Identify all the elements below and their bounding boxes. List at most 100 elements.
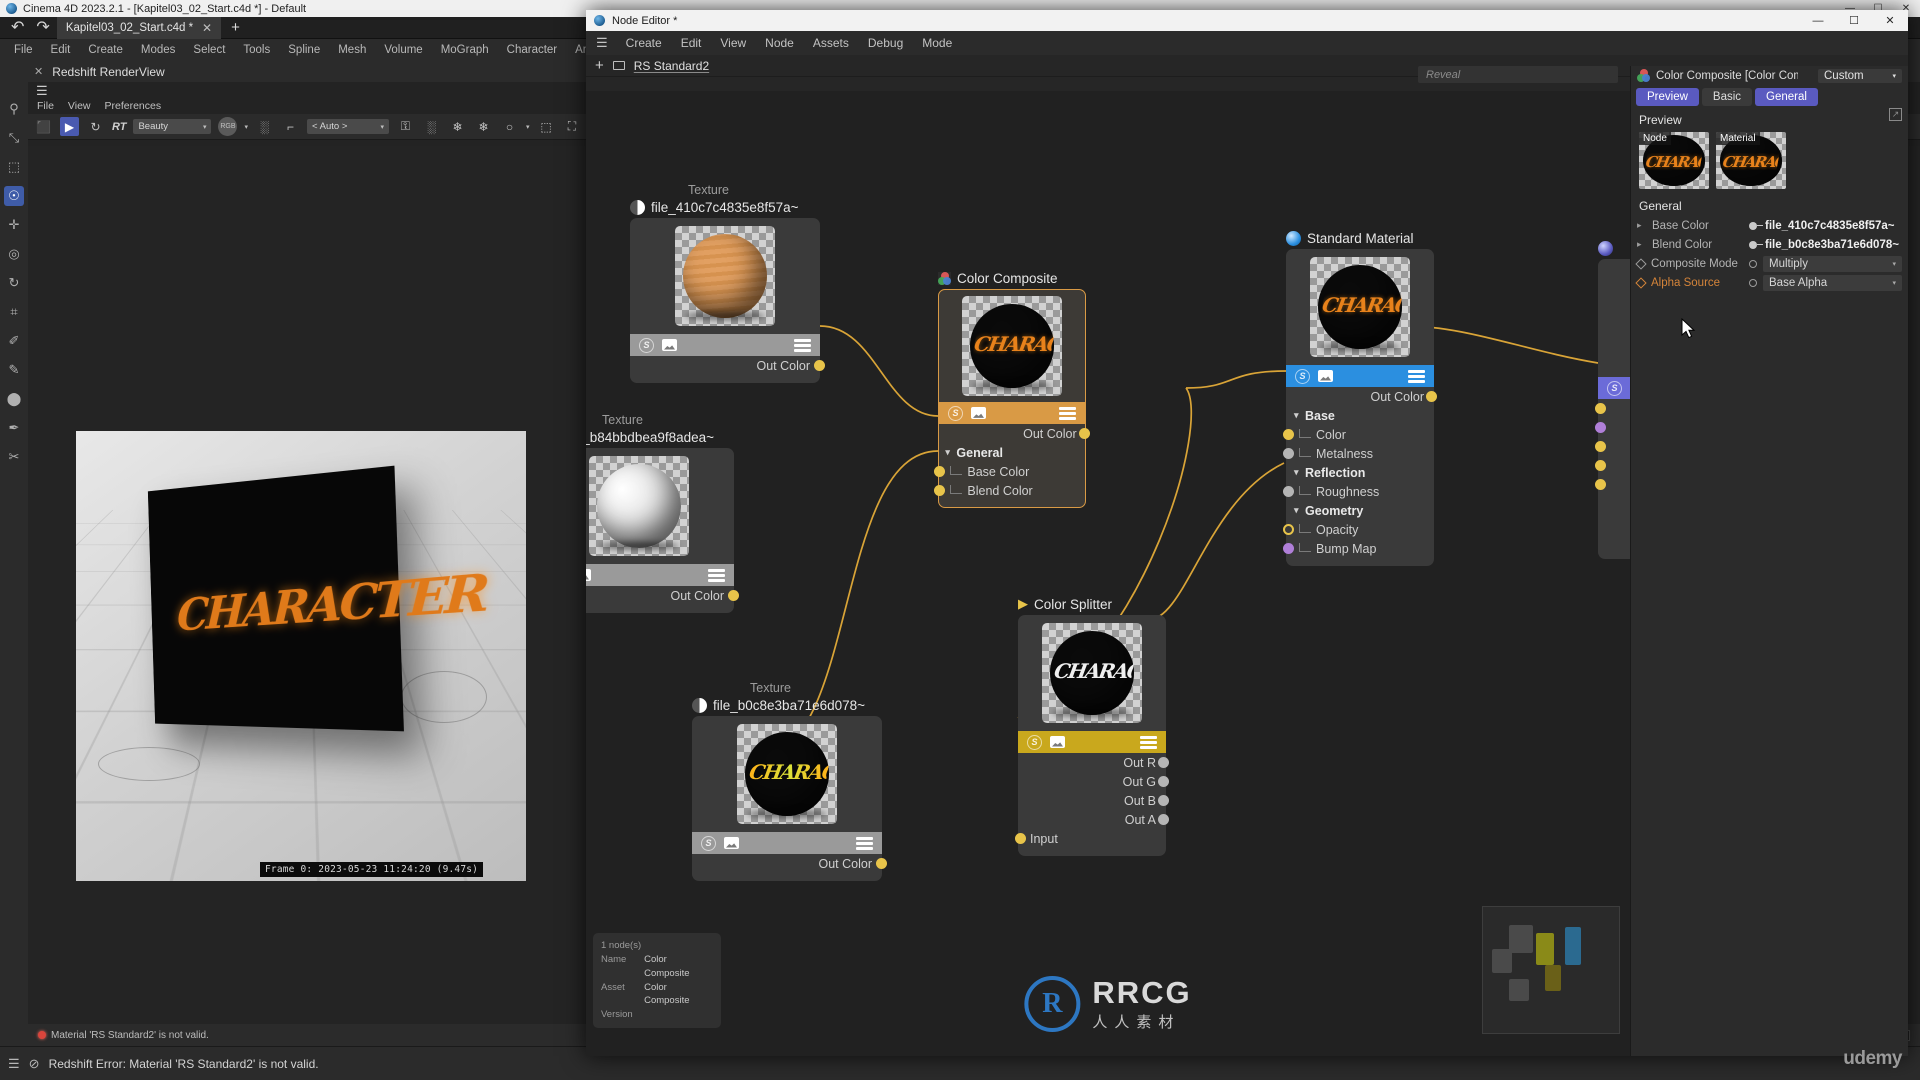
node-body[interactable]: S bbox=[1595, 259, 1630, 559]
node-menu-icon[interactable] bbox=[1408, 369, 1425, 383]
expand-icon[interactable]: ↗ bbox=[1889, 108, 1902, 121]
magnet-icon[interactable]: ☉ bbox=[4, 186, 24, 206]
fit-icon[interactable]: ⛶ bbox=[563, 117, 582, 136]
port-opacity[interactable]: Opacity bbox=[1283, 520, 1426, 539]
play-icon[interactable]: ▶ bbox=[60, 117, 79, 136]
port-out-b[interactable]: Out B bbox=[1026, 791, 1169, 810]
c4d-menu-select[interactable]: Select bbox=[184, 44, 234, 56]
node-toolbar[interactable]: S bbox=[1018, 731, 1166, 753]
c4d-menu-character[interactable]: Character bbox=[498, 44, 567, 56]
port-group-reflection[interactable]: ▾ Reflection bbox=[1294, 463, 1426, 482]
document-tab[interactable]: Kapitel03_02_Start.c4d * ✕ bbox=[56, 16, 222, 39]
scale-icon[interactable]: ◎ bbox=[4, 244, 24, 264]
port-out-color[interactable]: Out Color bbox=[945, 424, 1090, 443]
image-icon[interactable] bbox=[586, 569, 591, 581]
node-toolbar[interactable]: S bbox=[939, 402, 1085, 425]
node-toolbar[interactable]: S bbox=[630, 334, 820, 356]
node-body[interactable]: S Out Color bbox=[586, 448, 739, 613]
port-generic[interactable] bbox=[1595, 399, 1630, 418]
chevron-down-icon[interactable]: ▾ bbox=[1294, 467, 1305, 478]
node-body[interactable]: CHARACTER S Out Color bbox=[692, 716, 887, 881]
node-editor-menu-edit[interactable]: Edit bbox=[672, 36, 711, 50]
row-composite-mode[interactable]: Composite Mode Multiply ▾ bbox=[1631, 254, 1908, 273]
paint-icon[interactable]: ✎ bbox=[4, 360, 24, 380]
c4d-menu-volume[interactable]: Volume bbox=[375, 44, 431, 56]
port-generic[interactable] bbox=[1595, 475, 1630, 494]
hamburger-icon[interactable]: ☰ bbox=[8, 1056, 20, 1072]
port-generic[interactable] bbox=[1595, 456, 1630, 475]
node-texture-1[interactable]: Texture file_410c7c4835e8f57a~ S Out Col… bbox=[630, 183, 825, 383]
chevron-down-icon[interactable]: ▾ bbox=[1294, 410, 1305, 421]
node-color-splitter[interactable]: ▶ Color Splitter CHARACTER S Out R Out G… bbox=[1015, 596, 1169, 856]
preset-select[interactable]: Custom ▾ bbox=[1818, 68, 1902, 83]
c4d-menu-file[interactable]: File bbox=[5, 44, 42, 56]
hamburger-icon[interactable]: ☰ bbox=[28, 81, 54, 99]
chevron-down-icon[interactable]: ▾ bbox=[945, 447, 956, 458]
c4d-menu-create[interactable]: Create bbox=[79, 44, 132, 56]
port-out-color[interactable]: Out Color bbox=[1294, 387, 1437, 406]
node-editor-menu-node[interactable]: Node bbox=[756, 36, 803, 50]
alpha-source-select[interactable]: Base Alpha ▾ bbox=[1763, 274, 1902, 291]
port-base-color[interactable]: Base Color bbox=[934, 462, 1078, 481]
row-base-color[interactable]: ▸ Base Color file_410c7c4835e8f57a~ bbox=[1631, 216, 1908, 235]
chevron-right-icon[interactable]: ▸ bbox=[1637, 239, 1646, 250]
aov-select[interactable]: Beauty ▾ bbox=[133, 119, 212, 134]
port-bump-map[interactable]: Bump Map bbox=[1283, 539, 1426, 558]
circle-icon[interactable]: ○ bbox=[500, 117, 519, 136]
composite-mode-select[interactable]: Multiply ▾ bbox=[1763, 255, 1902, 272]
snow-g-icon[interactable]: ❄ bbox=[474, 117, 493, 136]
node-toolbar[interactable]: S bbox=[586, 564, 734, 586]
shader-icon[interactable]: S bbox=[1607, 380, 1622, 396]
shader-icon[interactable]: S bbox=[948, 405, 963, 421]
node-menu-icon[interactable] bbox=[856, 836, 873, 850]
shader-icon[interactable]: S bbox=[1027, 734, 1042, 750]
port-roughness[interactable]: Roughness bbox=[1283, 482, 1426, 501]
renderview-menu-view[interactable]: View bbox=[68, 100, 91, 112]
node-menu-icon[interactable] bbox=[794, 338, 811, 352]
node-body[interactable]: S Out Color bbox=[630, 218, 825, 383]
chevron-right-icon[interactable]: ▸ bbox=[1637, 220, 1646, 231]
c4d-menu-tools[interactable]: Tools bbox=[234, 44, 279, 56]
image-icon[interactable] bbox=[1318, 370, 1333, 382]
reveal-search-input[interactable]: Reveal bbox=[1418, 66, 1618, 83]
c4d-menu-mograph[interactable]: MoGraph bbox=[432, 44, 498, 56]
node-editor-menu-assets[interactable]: Assets bbox=[804, 36, 858, 50]
c4d-menu-modes[interactable]: Modes bbox=[132, 44, 185, 56]
row-blend-color[interactable]: ▸ Blend Color file_b0c8e3ba71e6d078~ bbox=[1631, 235, 1908, 254]
port-out-a[interactable]: Out A bbox=[1026, 810, 1169, 829]
axis-icon[interactable]: ⌗ bbox=[4, 302, 24, 322]
dither-icon[interactable]: ░ bbox=[255, 117, 274, 136]
undo-icon[interactable]: ↶ bbox=[6, 19, 29, 36]
add-node-icon[interactable]: + bbox=[595, 57, 604, 74]
region-select[interactable]: < Auto > ▾ bbox=[306, 119, 389, 134]
image-icon[interactable] bbox=[662, 339, 677, 351]
focus-icon[interactable]: ⬚ bbox=[537, 117, 556, 136]
lock-icon[interactable]: ⚿ bbox=[396, 117, 415, 136]
image-icon[interactable] bbox=[971, 407, 986, 420]
node-menu-icon[interactable] bbox=[708, 568, 725, 582]
chevron-down-icon[interactable]: ▾ bbox=[1294, 505, 1305, 516]
node-editor-menu-create[interactable]: Create bbox=[617, 36, 671, 50]
rotate-icon[interactable]: ↻ bbox=[4, 273, 24, 293]
port-out-color[interactable]: Out Color bbox=[700, 854, 887, 873]
port-generic[interactable] bbox=[1595, 437, 1630, 456]
node-graph-minimap[interactable] bbox=[1482, 906, 1620, 1034]
port-blend-color[interactable]: Blend Color bbox=[934, 481, 1078, 500]
port-out-g[interactable]: Out G bbox=[1026, 772, 1169, 791]
close-icon[interactable]: ✕ bbox=[202, 21, 212, 35]
tab-general[interactable]: General bbox=[1755, 88, 1818, 106]
color-icon[interactable]: ⬤ bbox=[4, 389, 24, 409]
port-out-r[interactable]: Out R bbox=[1026, 753, 1169, 772]
tab-preview[interactable]: Preview bbox=[1636, 88, 1699, 106]
node-toolbar[interactable]: S bbox=[1598, 377, 1630, 399]
node-toolbar[interactable]: S bbox=[692, 832, 882, 854]
port-group-base[interactable]: ▾ Base bbox=[1294, 406, 1426, 425]
node-editor-close-button[interactable]: ✕ bbox=[1872, 10, 1908, 31]
node-body[interactable]: CHARACTER S Out Color ▾ Base Color Metal… bbox=[1283, 249, 1437, 566]
search-icon[interactable]: ⚲ bbox=[4, 99, 24, 119]
rgb-icon[interactable]: RGB bbox=[218, 117, 238, 136]
node-graph-canvas[interactable]: Texture file_410c7c4835e8f57a~ S Out Col… bbox=[586, 91, 1630, 1056]
node-editor-menu-debug[interactable]: Debug bbox=[859, 36, 912, 50]
c4d-menu-edit[interactable]: Edit bbox=[42, 44, 80, 56]
port-metalness[interactable]: Metalness bbox=[1283, 444, 1426, 463]
